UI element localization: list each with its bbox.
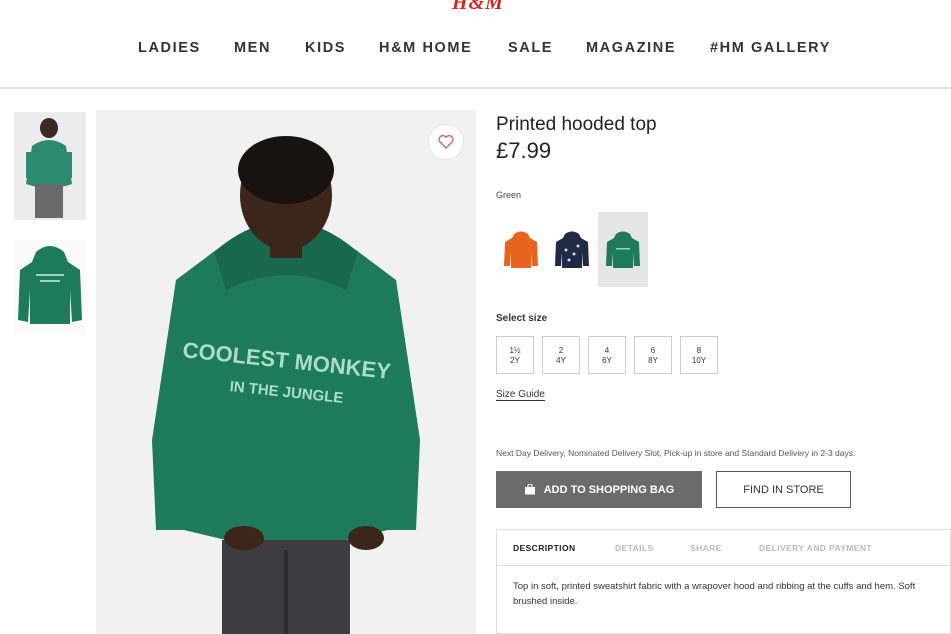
- swatch-green[interactable]: [598, 212, 648, 287]
- add-to-bag-button[interactable]: ADD TO SHOPPING BAG: [496, 471, 702, 508]
- tab-description[interactable]: DESCRIPTION: [513, 543, 576, 553]
- find-in-store-label: FIND IN STORE: [743, 483, 824, 496]
- tab-delivery-payment[interactable]: DELIVERY AND PAYMENT: [759, 543, 872, 553]
- green-hoodie-icon: [606, 231, 640, 268]
- heart-icon: [438, 135, 454, 149]
- size-option-2y[interactable]: 1½ 2Y: [496, 336, 534, 374]
- product-tabs-panel: DESCRIPTION DETAILS SHARE DELIVERY AND P…: [496, 529, 951, 634]
- model-thumbnail-image: [14, 112, 86, 220]
- shopping-bag-icon: [524, 484, 535, 495]
- product-title: Printed hooded top: [496, 114, 657, 135]
- tab-share[interactable]: SHARE: [690, 543, 722, 553]
- main-product-image[interactable]: COOLEST MONKEY IN THE JUNGLE: [96, 110, 476, 634]
- nav-men[interactable]: MEN: [234, 40, 271, 56]
- product-price: £7.99: [496, 138, 552, 163]
- model-photo: COOLEST MONKEY IN THE JUNGLE: [96, 110, 476, 634]
- tab-details[interactable]: DETAILS: [615, 543, 654, 553]
- product-description: Top in soft, printed sweatshirt fabric w…: [513, 581, 916, 607]
- nav-hm-home[interactable]: H&M HOME: [379, 40, 472, 56]
- favourite-button[interactable]: [428, 124, 464, 160]
- hoodie-thumbnail-image: [14, 240, 86, 335]
- nav-sale[interactable]: SALE: [508, 40, 553, 56]
- nav-kids[interactable]: KIDS: [305, 40, 346, 56]
- swatch-orange[interactable]: [496, 212, 546, 287]
- add-to-bag-label: ADD TO SHOPPING BAG: [543, 483, 675, 496]
- size-option-10y[interactable]: 8 10Y: [680, 336, 718, 374]
- navy-hoodie-icon: [555, 231, 589, 268]
- size-label: Select size: [496, 313, 548, 324]
- size-guide-link[interactable]: Size Guide: [496, 389, 545, 401]
- thumbnail-hoodie[interactable]: [14, 240, 86, 335]
- thumbnail-model[interactable]: [14, 112, 86, 220]
- selected-color-label: Green: [496, 190, 522, 200]
- swatch-navy[interactable]: [547, 212, 597, 287]
- delivery-info: Next Day Delivery, Nominated Delivery Sl…: [496, 448, 856, 458]
- size-option-6y[interactable]: 4 6Y: [588, 336, 626, 374]
- orange-hoodie-icon: [504, 231, 538, 268]
- find-in-store-button[interactable]: FIND IN STORE: [716, 471, 851, 508]
- brand-logo[interactable]: H&M: [452, 0, 504, 15]
- tab-bar: DESCRIPTION DETAILS SHARE DELIVERY AND P…: [497, 530, 951, 566]
- nav-ladies[interactable]: LADIES: [138, 40, 201, 56]
- nav-magazine[interactable]: MAGAZINE: [586, 40, 676, 56]
- size-option-8y[interactable]: 6 8Y: [634, 336, 672, 374]
- size-option-4y[interactable]: 2 4Y: [542, 336, 580, 374]
- nav-hm-gallery[interactable]: #HM GALLERY: [710, 40, 831, 56]
- header-divider: [0, 87, 951, 89]
